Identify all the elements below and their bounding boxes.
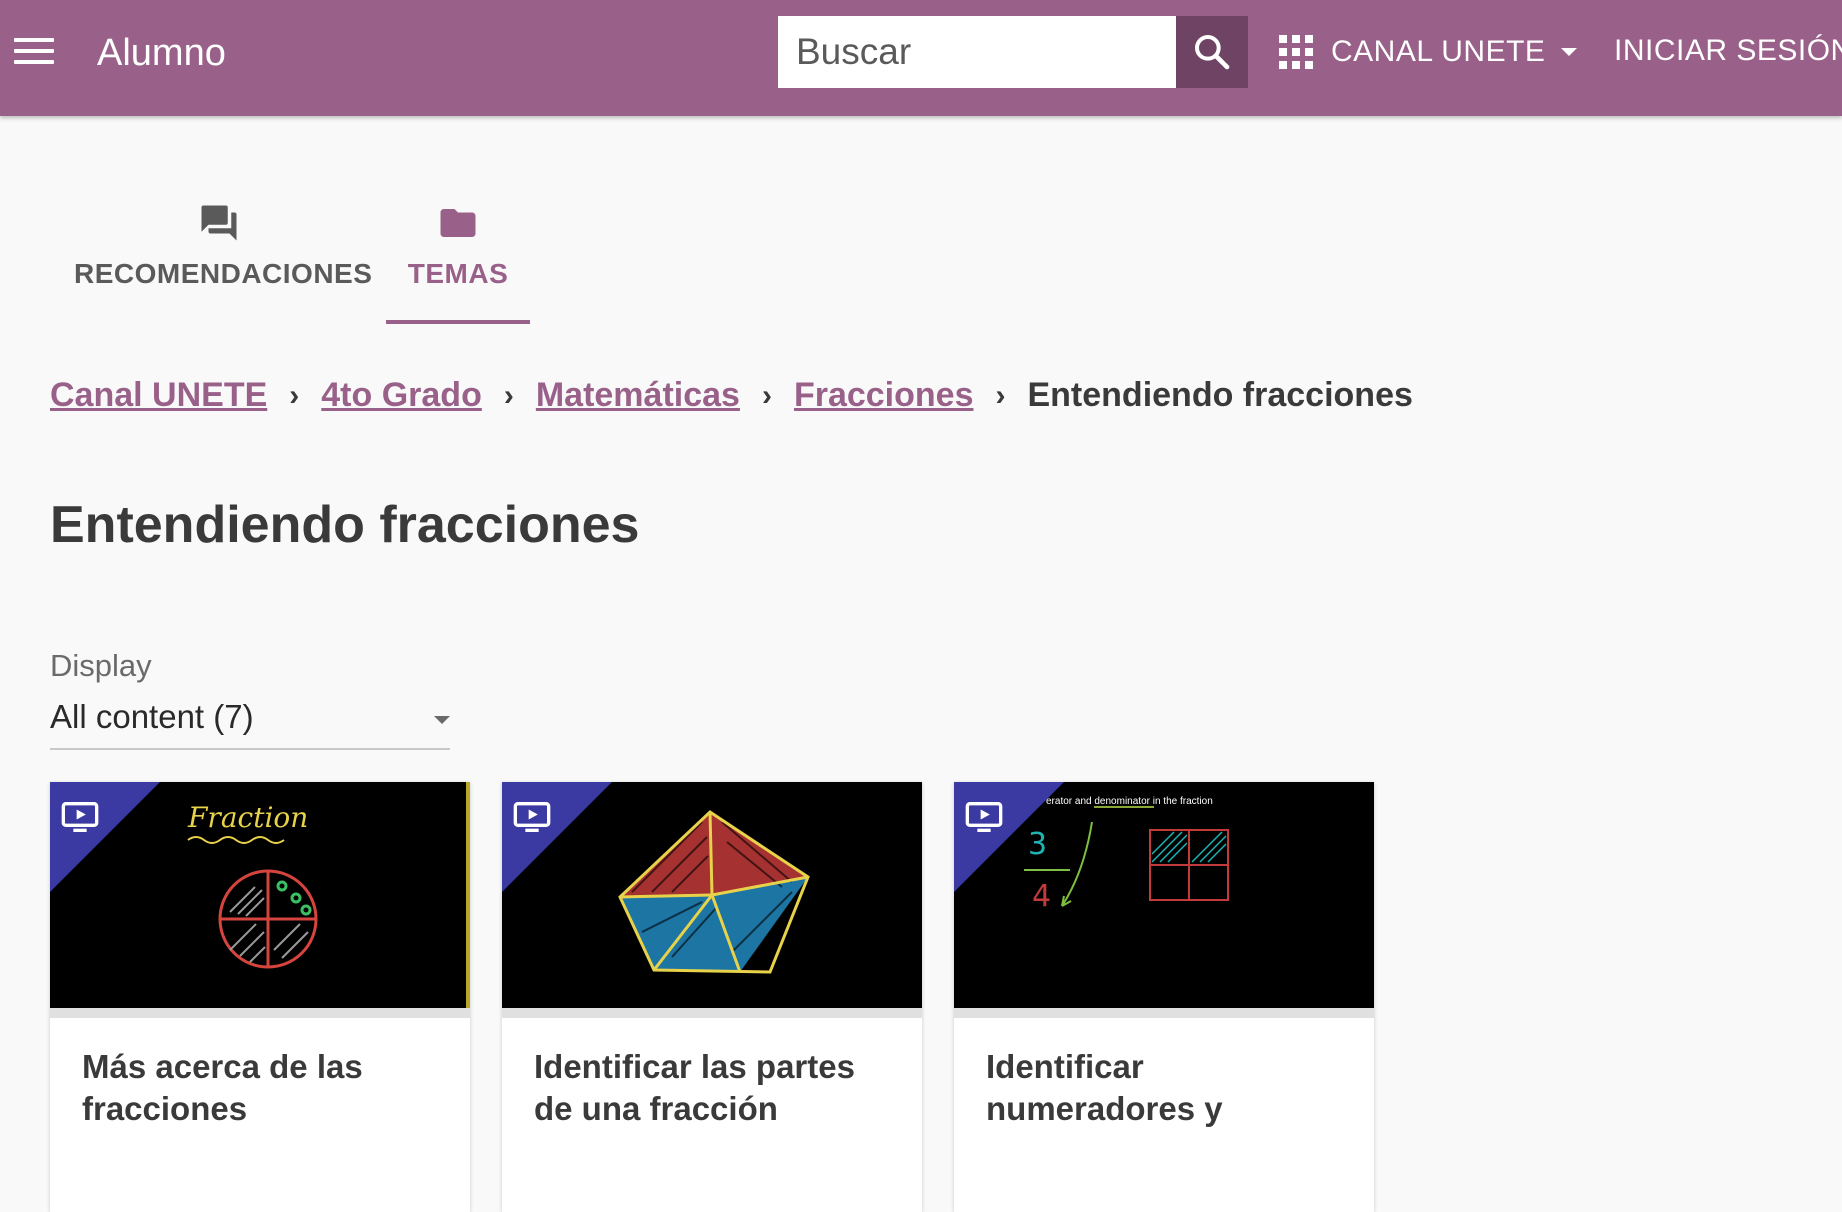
card-ribbon bbox=[502, 782, 612, 892]
card-thumbnail: erator and denominator in the fraction 3… bbox=[954, 782, 1374, 1018]
dropdown-arrow-icon bbox=[434, 716, 450, 724]
breadcrumb-separator: › bbox=[995, 378, 1006, 412]
breadcrumb-link[interactable]: Matemáticas bbox=[536, 376, 740, 415]
card-thumbnail bbox=[502, 782, 922, 1018]
video-icon bbox=[513, 802, 551, 832]
breadcrumb-link[interactable]: Fracciones bbox=[794, 376, 974, 415]
search-icon bbox=[1195, 35, 1230, 70]
forum-icon bbox=[201, 205, 237, 241]
search-button[interactable] bbox=[1176, 16, 1248, 88]
breadcrumb-separator: › bbox=[503, 378, 514, 412]
content-card[interactable]: Fraction Más acerca de las fracciones bbox=[50, 782, 470, 1212]
signin-button[interactable]: INICIAR SESIÓN bbox=[1614, 31, 1842, 71]
breadcrumb-current: Entendiendo fracciones bbox=[1027, 376, 1413, 414]
card-thumbnail: Fraction bbox=[50, 782, 470, 1018]
card-title: Identificar numeradores y bbox=[986, 1048, 1223, 1127]
display-select[interactable]: All content (7) bbox=[50, 690, 450, 750]
tab-recomendaciones[interactable]: RECOMENDACIONES bbox=[74, 196, 373, 324]
apps-grid-icon bbox=[1279, 35, 1313, 69]
breadcrumb: Canal UNETE › 4to Grado › Matemáticas › … bbox=[50, 376, 1413, 415]
app-title: Alumno bbox=[97, 32, 226, 74]
video-icon bbox=[965, 802, 1003, 832]
video-icon bbox=[61, 802, 99, 832]
content-card[interactable]: Identificar las partes de una fracción bbox=[502, 782, 922, 1212]
menu-icon[interactable] bbox=[14, 38, 54, 72]
card-title: Más acerca de las fracciones bbox=[82, 1048, 363, 1127]
breadcrumb-separator: › bbox=[289, 378, 300, 412]
thumb-text: Fraction bbox=[187, 801, 308, 834]
channel-label: CANAL UNETE bbox=[1331, 35, 1546, 68]
content-card[interactable]: erator and denominator in the fraction 3… bbox=[954, 782, 1374, 1212]
breadcrumb-link[interactable]: 4to Grado bbox=[321, 376, 482, 415]
breadcrumb-separator: › bbox=[761, 378, 772, 412]
card-ribbon bbox=[954, 782, 1064, 892]
tab-label: TEMAS bbox=[407, 258, 509, 289]
channel-switcher[interactable]: CANAL UNETE bbox=[1279, 28, 1578, 76]
tab-temas[interactable]: TEMAS bbox=[386, 196, 530, 324]
card-ribbon bbox=[50, 782, 160, 892]
thumb-text: erator and denominator in the fraction bbox=[1046, 796, 1213, 807]
tab-label: RECOMENDACIONES bbox=[74, 258, 373, 289]
app-bar: Alumno CANAL UNETE INICIAR SESIÓN bbox=[0, 0, 1842, 116]
card-title: Identificar las partes de una fracción bbox=[534, 1048, 855, 1127]
breadcrumb-link[interactable]: Canal UNETE bbox=[50, 376, 267, 415]
display-label: Display bbox=[50, 648, 152, 683]
search-input[interactable] bbox=[778, 16, 1176, 88]
folder-icon bbox=[440, 209, 476, 237]
display-value: All content (7) bbox=[50, 698, 254, 735]
page-title: Entendiendo fracciones bbox=[50, 496, 640, 554]
chevron-down-icon bbox=[1561, 48, 1578, 56]
